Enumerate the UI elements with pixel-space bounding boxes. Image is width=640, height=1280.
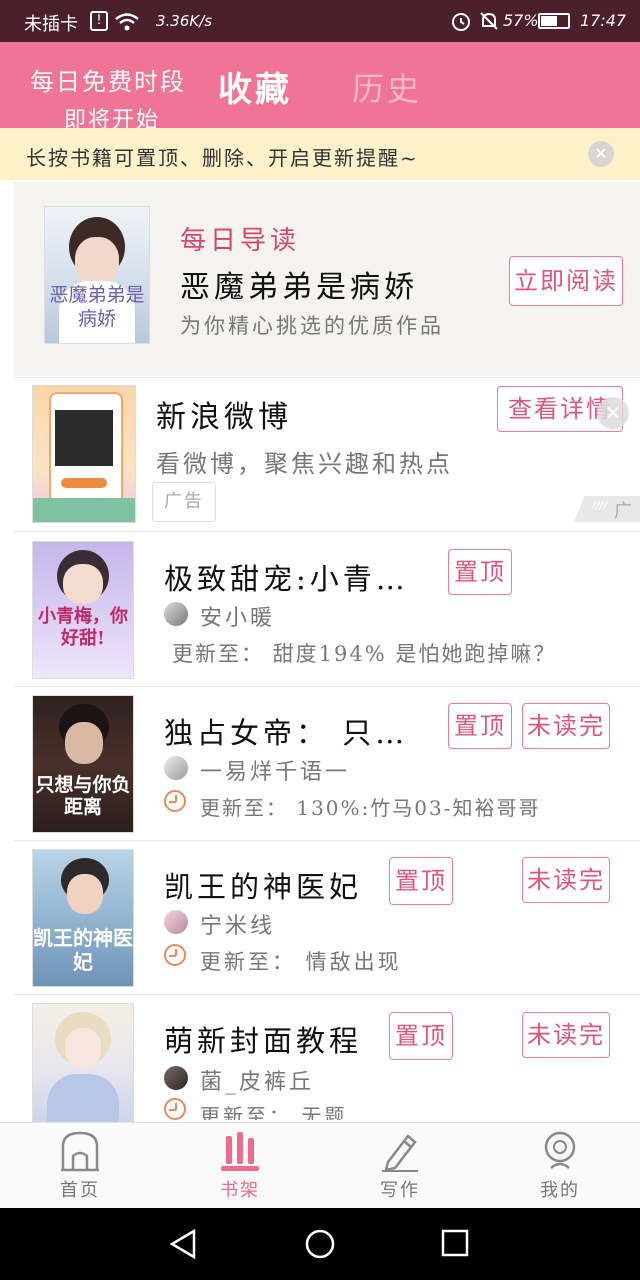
free-time-promo-line1[interactable]: 每日免费时段 [30, 62, 186, 97]
update-clock-icon [164, 790, 186, 812]
ad-title[interactable]: 新浪微博 [156, 392, 292, 436]
book-cover[interactable]: 凯王的神医妃 [32, 849, 134, 987]
recents-icon[interactable] [440, 1228, 470, 1258]
book-cover-text: 凯王的神医妃 [33, 926, 133, 974]
ad-corner-label: 广告 [614, 501, 632, 548]
home-circle-icon[interactable] [304, 1228, 336, 1260]
tip-text: 长按书籍可置顶、删除、开启更新提醒~ [26, 146, 419, 170]
book-update: 更新至： 情敌出现 [200, 950, 402, 974]
bookshelf-icon [221, 1132, 259, 1171]
tab-profile[interactable]: 我的 [520, 1126, 600, 1202]
book-author: 菌_皮裤丘 [200, 1070, 315, 1095]
mute-bell-icon [480, 12, 498, 30]
system-nav-bar [0, 1208, 640, 1280]
unread-button[interactable]: 未读完 [522, 857, 610, 903]
tab-profile-label: 我的 [540, 1180, 580, 1201]
daily-pick-subtitle: 为你精心挑选的优质作品 [180, 314, 444, 338]
book-cover-text: 小青梅，你好甜! [38, 606, 128, 649]
clock-time: 17:47 [580, 11, 627, 30]
sim-alert-icon: ! [90, 11, 108, 31]
divider [14, 994, 640, 995]
book-cover[interactable]: 只想与你负距离 [32, 695, 134, 833]
home-icon [61, 1131, 99, 1172]
pin-button[interactable]: 置顶 [389, 857, 453, 905]
tab-write-label: 写作 [380, 1180, 420, 1201]
author-avatar [164, 910, 188, 934]
tab-bookshelf-label: 书架 [220, 1180, 260, 1201]
ad-description: 看微博，聚焦兴趣和热点 [156, 450, 453, 478]
unread-button[interactable]: 未读完 [522, 1012, 610, 1058]
unread-button[interactable]: 未读完 [522, 703, 610, 749]
book-update: 更新至： 130%:竹马03-知裕哥哥 [200, 796, 541, 820]
divider [14, 531, 640, 532]
status-bar: 未插卡 ! 3.36K/s 57% 17:47 [0, 0, 640, 42]
book-title[interactable]: 凯王的神医妃 [164, 864, 362, 906]
book-title[interactable]: 极致甜宠:小青… [164, 556, 409, 598]
author-avatar [164, 1066, 188, 1090]
profile-icon [544, 1131, 576, 1169]
daily-pick-title[interactable]: 恶魔弟弟是病娇 [180, 262, 418, 306]
book-title[interactable]: 独占女帝： 只… [164, 710, 408, 752]
wifi-icon [115, 13, 139, 31]
divider [14, 840, 640, 841]
tab-bookshelf[interactable]: 书架 [200, 1126, 280, 1202]
pin-button[interactable]: 置顶 [448, 549, 512, 595]
tab-history[interactable]: 历史 [352, 64, 422, 110]
read-now-button[interactable]: 立即阅读 [509, 256, 623, 306]
alarm-icon [452, 13, 470, 31]
book-author: 安小暖 [200, 606, 276, 631]
book-author: 一易烊千语一 [200, 760, 351, 785]
tab-write[interactable]: 写作 [360, 1126, 440, 1202]
book-author: 宁米线 [200, 914, 276, 939]
book-cover[interactable] [32, 1003, 134, 1123]
ad-cover[interactable] [32, 385, 136, 523]
book-cover-text: 只想与你负距离 [35, 774, 131, 818]
author-avatar [164, 602, 188, 626]
daily-pick-label: 每日导读 [180, 226, 301, 256]
tab-favorites[interactable]: 收藏 [218, 62, 292, 111]
ad-badge: 广告 [152, 482, 216, 522]
divider [14, 377, 640, 378]
ad-corner-tag: //// 广告 [574, 496, 640, 522]
battery-icon [538, 13, 570, 29]
update-clock-icon [164, 1098, 186, 1120]
pencil-icon [382, 1134, 418, 1172]
book-title[interactable]: 萌新封面教程 [164, 1018, 362, 1060]
pin-button[interactable]: 置顶 [448, 703, 512, 749]
daily-pick-cover-text: 恶魔弟弟是病娇 [49, 284, 145, 330]
tab-home-label: 首页 [60, 1180, 100, 1201]
tip-banner: 长按书籍可置顶、删除、开启更新提醒~ [0, 128, 640, 180]
back-icon[interactable] [168, 1228, 198, 1260]
update-clock-icon [164, 944, 186, 966]
ad-close-icon[interactable]: ✕ [597, 397, 629, 429]
battery-percent: 57% [503, 11, 539, 30]
close-icon[interactable]: ✕ [588, 141, 614, 167]
divider [14, 686, 640, 687]
author-avatar [164, 756, 188, 780]
book-cover[interactable]: 小青梅，你好甜! [32, 541, 134, 679]
tab-home[interactable]: 首页 [40, 1126, 120, 1202]
carrier-text: 未插卡 [24, 14, 78, 35]
network-speed: 3.36K/s [156, 12, 213, 30]
book-update: 更新至： 甜度194% 是怕她跑掉嘛？ [172, 642, 557, 666]
daily-pick-cover[interactable]: 恶魔弟弟是病娇 [44, 206, 150, 344]
pin-button[interactable]: 置顶 [389, 1012, 453, 1060]
book-update: 更新至： 无题 [200, 1104, 348, 1120]
